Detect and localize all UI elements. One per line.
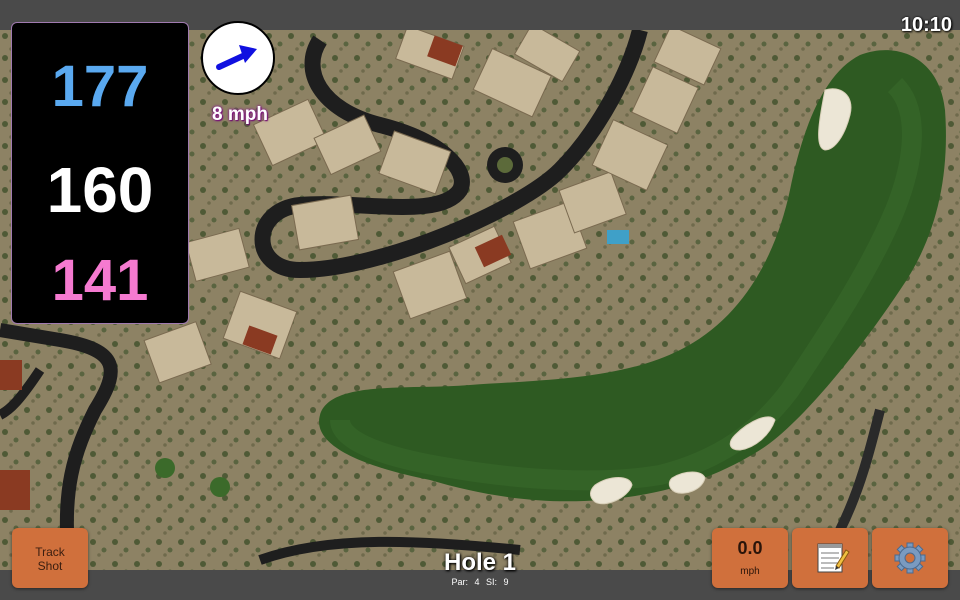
speed-value: 0.0 bbox=[737, 538, 763, 558]
clock: 10:10 bbox=[900, 14, 952, 36]
wind-speed: 8 mph bbox=[212, 104, 268, 125]
arrow-icon bbox=[216, 45, 257, 70]
wind-indicator bbox=[201, 21, 275, 95]
si-label: SI: 9 bbox=[486, 577, 509, 587]
track-shot-button[interactable]: Track Shot bbox=[12, 528, 88, 588]
back-yardage: 177 bbox=[51, 54, 149, 119]
middle-yardage: 160 bbox=[46, 154, 154, 226]
gear-icon bbox=[894, 542, 926, 574]
notepad-icon bbox=[817, 543, 850, 573]
settings-button[interactable] bbox=[872, 528, 948, 588]
speed-button[interactable]: 0.0 mph bbox=[712, 528, 788, 588]
hole-info: Par: 4 SI: 9 bbox=[380, 577, 580, 587]
par-label: Par: 4 bbox=[451, 577, 480, 587]
track-shot-label-line1: Track bbox=[35, 545, 65, 559]
speed-unit: mph bbox=[740, 566, 760, 577]
front-yardage: 141 bbox=[51, 248, 149, 313]
yardage-panel: 177 160 141 bbox=[11, 22, 189, 324]
notes-button[interactable] bbox=[792, 528, 868, 588]
track-shot-label-line2: Shot bbox=[37, 559, 63, 573]
hole-title: Hole 1 bbox=[443, 549, 517, 576]
